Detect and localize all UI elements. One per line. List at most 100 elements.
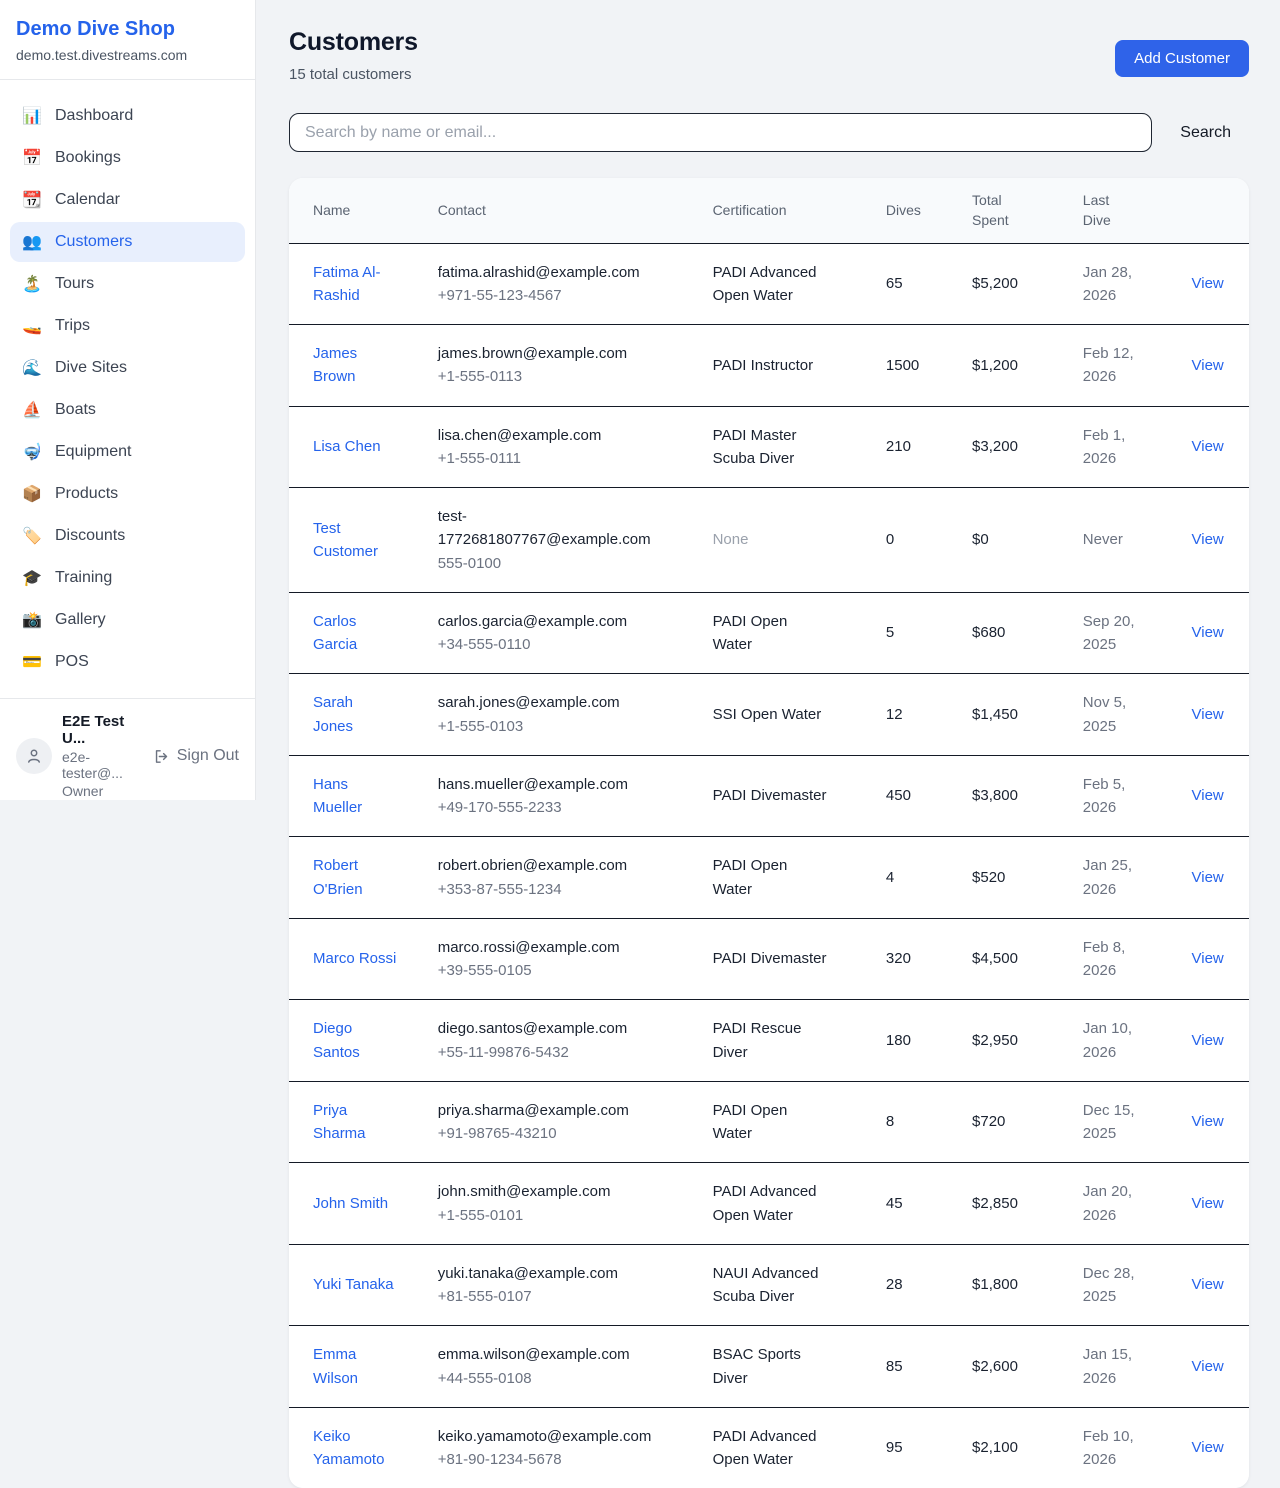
sidebar-item-discounts[interactable]: 🏷️Discounts [10, 516, 245, 556]
sidebar-item-training[interactable]: 🎓 Training [10, 558, 245, 598]
view-link[interactable]: View [1192, 438, 1224, 455]
customer-name-link[interactable]: Diego Santos [313, 1017, 397, 1064]
dives-count: 95 [886, 1439, 903, 1456]
customer-name-link[interactable]: Fatima Al-Rashid [313, 261, 397, 308]
column-header-actions [1192, 178, 1250, 243]
table-row: Robert O'Brienrobert.obrien@example.com+… [289, 837, 1249, 919]
contact-email: marco.rossi@example.com [438, 936, 648, 959]
contact-phone: +971-55-123-4567 [438, 284, 648, 307]
certification-value: PADI Open Water [713, 610, 831, 657]
search-input[interactable] [289, 113, 1152, 152]
dives-count: 45 [886, 1195, 903, 1212]
add-customer-button[interactable]: Add Customer [1115, 40, 1249, 77]
contact-phone: +81-90-1234-5678 [438, 1448, 648, 1471]
last-dive-value: Jan 20, 2026 [1083, 1180, 1145, 1227]
customer-name-link[interactable]: Robert O'Brien [313, 854, 397, 901]
sidebar-item-gallery[interactable]: 📸Gallery [10, 600, 245, 640]
customer-name-link[interactable]: James Brown [313, 342, 397, 389]
certification-value: PADI Divemaster [713, 947, 827, 970]
customer-name-link[interactable]: Yuki Tanaka [313, 1273, 394, 1296]
contact-email: keiko.yamamoto@example.com [438, 1425, 648, 1448]
total-spent-value: $2,850 [972, 1195, 1018, 1212]
table-row: Hans Muellerhans.mueller@example.com+49-… [289, 755, 1249, 837]
last-dive-value: Feb 8, 2026 [1083, 936, 1145, 983]
user-icon [25, 747, 43, 765]
sidebar-item-trips[interactable]: 🚤Trips [10, 306, 245, 346]
search-button[interactable]: Search [1180, 116, 1231, 150]
gallery-icon: 📸 [22, 610, 42, 630]
page-header: Customers 15 total customers Add Custome… [289, 28, 1249, 83]
view-link[interactable]: View [1192, 1439, 1224, 1456]
dive-sites-icon: 🌊 [22, 358, 42, 378]
contact-phone: +353-87-555-1234 [438, 878, 648, 901]
sidebar-item-label: POS [55, 653, 89, 671]
customer-name-link[interactable]: Carlos Garcia [313, 610, 397, 657]
sidebar-item-label: Training [55, 569, 112, 587]
brand-name: Demo Dive Shop [16, 18, 239, 41]
sidebar-item-bookings[interactable]: 📅Bookings [10, 138, 245, 178]
training-icon: 🎓 [22, 568, 42, 588]
view-link[interactable]: View [1192, 1358, 1224, 1375]
sidebar-nav: 📊Dashboard📅Bookings 📆 Calendar 👥Customers🏝️… [0, 80, 255, 698]
certification-value: PADI Advanced Open Water [713, 1425, 831, 1472]
customer-name-link[interactable]: Sarah Jones [313, 691, 397, 738]
view-link[interactable]: View [1192, 275, 1224, 292]
view-link[interactable]: View [1192, 1276, 1224, 1293]
page-subtitle: 15 total customers [289, 66, 418, 83]
sign-out-icon [153, 748, 170, 765]
total-spent-value: $3,800 [972, 787, 1018, 804]
last-dive-value: Sep 20, 2025 [1083, 610, 1145, 657]
sidebar-item-label: Equipment [55, 443, 132, 461]
view-link[interactable]: View [1192, 357, 1224, 374]
table-row: Sarah Jonessarah.jones@example.com+1-555… [289, 674, 1249, 756]
sidebar-item-label: Calendar [55, 191, 120, 209]
contact-phone: +55-11-99876-5432 [438, 1041, 648, 1064]
sidebar-item-calendar[interactable]: 📆 Calendar [10, 180, 245, 220]
customer-name-link[interactable]: Lisa Chen [313, 435, 381, 458]
sidebar-item-customers[interactable]: 👥Customers [10, 222, 245, 262]
customer-name-link[interactable]: Priya Sharma [313, 1099, 397, 1146]
sidebar-item-pos[interactable]: 💳POS [10, 642, 245, 682]
column-header-dives: Dives [886, 178, 972, 243]
certification-value: SSI Open Water [713, 703, 822, 726]
view-link[interactable]: View [1192, 1032, 1224, 1049]
view-link[interactable]: View [1192, 950, 1224, 967]
sidebar-item-dashboard[interactable]: 📊Dashboard [10, 96, 245, 136]
certification-value: PADI Open Water [713, 854, 831, 901]
view-link[interactable]: View [1192, 1113, 1224, 1130]
view-link[interactable]: View [1192, 531, 1224, 548]
view-link[interactable]: View [1192, 624, 1224, 641]
view-link[interactable]: View [1192, 706, 1224, 723]
column-header-contact: Contact [438, 178, 713, 243]
sidebar-item-label: Bookings [55, 149, 121, 167]
sidebar-item-tours[interactable]: 🏝️Tours [10, 264, 245, 304]
main-content: Customers 15 total customers Add Custome… [256, 0, 1280, 1488]
dives-count: 320 [886, 950, 911, 967]
column-header-certification: Certification [713, 178, 886, 243]
view-link[interactable]: View [1192, 869, 1224, 886]
contact-phone: +34-555-0110 [438, 633, 648, 656]
dives-count: 12 [886, 706, 903, 723]
view-link[interactable]: View [1192, 1195, 1224, 1212]
last-dive-value: Jan 28, 2026 [1083, 261, 1145, 308]
boats-icon: ⛵ [22, 400, 42, 420]
table-row: Test Customertest-1772681807767@example.… [289, 488, 1249, 593]
calendar-icon: 📆 [22, 190, 42, 210]
sidebar-item-equipment[interactable]: 🤿Equipment [10, 432, 245, 472]
customer-name-link[interactable]: Hans Mueller [313, 773, 397, 820]
sign-out-button[interactable]: Sign Out [153, 747, 239, 765]
customers-table: Name Contact Certification Dives Total S… [289, 178, 1249, 1488]
view-link[interactable]: View [1192, 787, 1224, 804]
sidebar-item-products[interactable]: 📦Products [10, 474, 245, 514]
last-dive-value: Dec 15, 2025 [1083, 1099, 1145, 1146]
customer-name-link[interactable]: Keiko Yamamoto [313, 1425, 397, 1472]
customer-name-link[interactable]: Marco Rossi [313, 947, 396, 970]
sidebar-item-label: Dive Sites [55, 359, 127, 377]
customer-name-link[interactable]: Test Customer [313, 517, 397, 564]
sidebar-item-boats[interactable]: ⛵ Boats [10, 390, 245, 430]
sidebar-item-label: Boats [55, 401, 96, 419]
customer-name-link[interactable]: John Smith [313, 1192, 388, 1215]
contact-email: yuki.tanaka@example.com [438, 1262, 648, 1285]
sidebar-item-dive-sites[interactable]: 🌊 Dive Sites [10, 348, 245, 388]
customer-name-link[interactable]: Emma Wilson [313, 1343, 397, 1390]
